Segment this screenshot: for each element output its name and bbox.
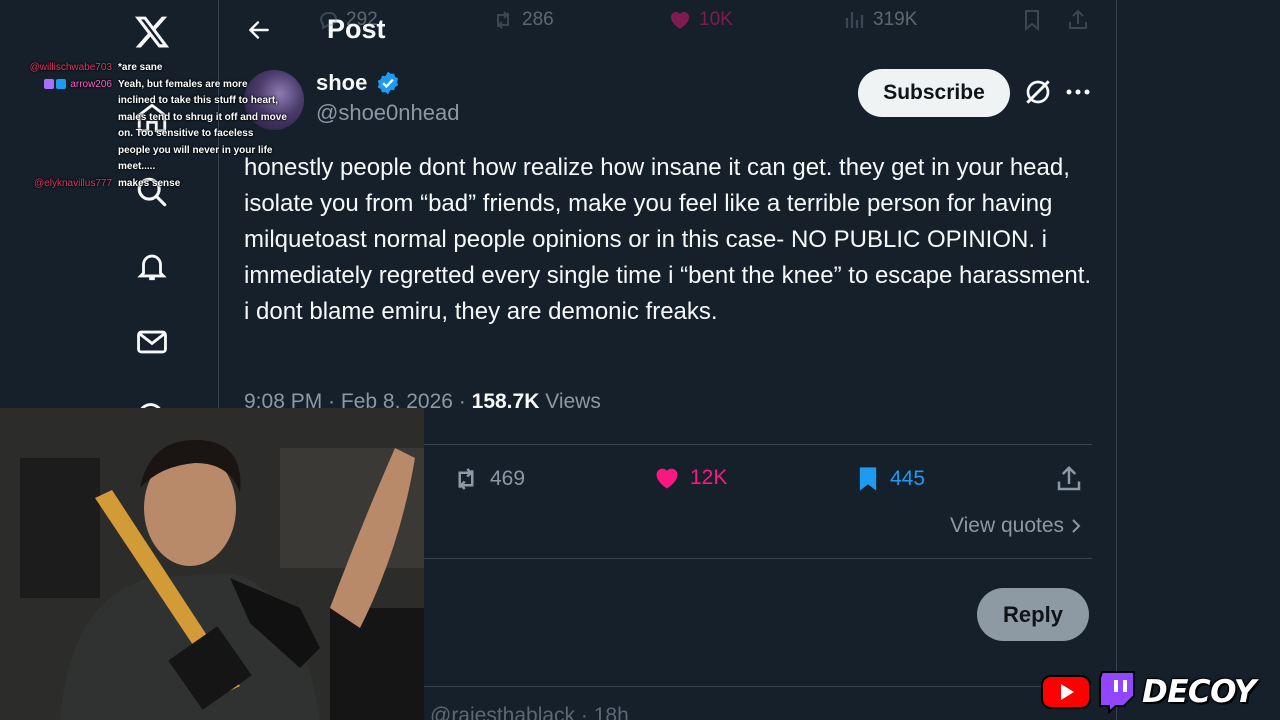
ghost-like-stat: 10K [667,8,733,32]
twitch-logo-icon [1099,671,1135,714]
chat-username-with-badges: arrow206 [22,77,118,176]
views-bars-icon [845,12,864,28]
ghost-views-stat: 319K [843,8,917,32]
post-text: honestly people dont how realize how ins… [244,154,1092,325]
verified-badge-icon [378,71,399,95]
chat-text: *are sane [118,62,163,73]
chat-text: Yeah, but females are more inclined to t… [118,78,287,173]
ghost-share-icon[interactable] [1066,8,1090,32]
bookmark-stat[interactable]: 445 [854,464,925,494]
ghost-repost-stat: 286 [490,8,554,32]
reply-button[interactable]: Reply [977,588,1089,641]
repost-icon [458,468,474,490]
next-reply-preview[interactable]: @rajesthablack · 18h [430,704,629,720]
view-quotes-link[interactable]: View quotes [950,514,1082,538]
like-stat[interactable]: 12K [652,464,727,492]
ghost-reply-stat: 292 [316,8,378,32]
author-handle[interactable]: @shoe0nhead [316,100,459,126]
reply-bubble-icon [319,12,337,30]
youtube-logo-icon [1041,675,1091,709]
brand-text: DECOY [1142,674,1256,710]
chat-text: makes sense [118,177,181,189]
repost-stat[interactable]: 469 [450,464,525,494]
back-arrow-icon[interactable] [244,14,274,46]
notifications-bell-icon[interactable] [132,246,172,286]
column-divider-right [1116,0,1117,720]
chat-message: @willischwabe703 *are sane [22,60,292,77]
streamer-webcam-image [0,408,424,720]
views-count: 158.7K [471,390,540,413]
x-logo-icon[interactable] [132,12,172,52]
star-badge-icon [43,78,54,89]
author-name[interactable]: shoe [316,70,401,96]
chat-message: @elyknavillus777 makes sense [22,176,292,193]
heart-filled-icon [656,468,678,489]
sub-badge-icon [56,78,67,89]
chat-message: arrow206 Yeah, but females are more incl… [22,77,292,176]
more-options-icon[interactable] [1062,76,1094,108]
bookmark-filled-icon [859,467,877,491]
chevron-right-icon [1072,519,1081,533]
webcam-overlay [0,408,424,720]
grok-icon[interactable] [1022,76,1054,108]
messages-envelope-icon[interactable] [132,322,172,362]
views-label: Views [545,390,601,413]
repost-icon [497,11,509,29]
chat-username: @willischwabe703 [29,62,112,73]
share-icon [1057,465,1081,491]
share-button[interactable] [1054,464,1084,494]
ghost-bookmark-icon[interactable] [1020,8,1044,32]
heart-filled-icon [671,11,689,29]
chat-username: @elyknavillus777 [34,177,112,189]
stream-chat-overlay: @willischwabe703 *are sane arrow206 Yeah… [22,60,292,192]
subscribe-button[interactable]: Subscribe [858,69,1010,117]
brand-watermark: DECOY [1040,664,1280,720]
